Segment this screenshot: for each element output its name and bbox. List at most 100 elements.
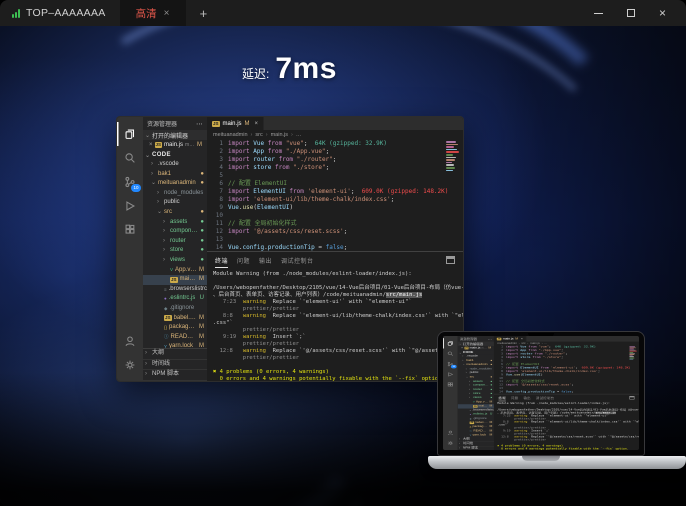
activitybar-source-control[interactable]: 10 [117, 170, 143, 194]
git-status-badge: M [199, 266, 204, 276]
connection-tab[interactable]: TOP–AAAAAAA [0, 0, 120, 26]
breadcrumb-segment[interactable]: main.js [271, 132, 288, 138]
line-number: 14 [494, 390, 506, 393]
code-token: ) [541, 373, 543, 376]
workspace-root-label: CODE [152, 152, 171, 158]
more-actions-icon[interactable]: ⋯ [196, 120, 203, 128]
minimize-button[interactable] [594, 13, 603, 14]
workspace-root-section[interactable]: ⌄ CODE [143, 150, 207, 160]
tree-item-router[interactable]: ›router● [143, 237, 207, 247]
tree-item-babel.config.js[interactable]: JSbabel.config.jsM [143, 314, 207, 324]
line-number: 10 [207, 212, 228, 220]
activitybar-account[interactable] [117, 329, 143, 353]
git-file-icon: ◆ [470, 417, 472, 420]
editor-tabbar: JS main.js M × [207, 117, 463, 130]
sidebar-section-label: 大纲 [463, 437, 470, 441]
file-tree[interactable]: ›.vscode›bak1●⌄meituanadmin●›node_module… [143, 160, 207, 348]
code-editor[interactable]: 1import Vue from "vue"; 64K (gzipped: 32… [207, 139, 463, 251]
breadcrumb-segment[interactable]: meituanadmin [213, 132, 248, 138]
line-number: 9 [207, 204, 228, 212]
panel-tab-问题[interactable]: 问题 [237, 253, 250, 267]
panel-tab-输出[interactable]: 输出 [259, 253, 272, 267]
chevron-right-icon: › [163, 246, 168, 256]
line-number: 8 [207, 196, 228, 204]
tree-item-label: src [164, 208, 172, 218]
code-token: import [506, 356, 520, 359]
tree-item-.gitignore[interactable]: ◆.gitignore [143, 304, 207, 314]
code-line: 11// 配置 全局初始化样式 [207, 220, 463, 228]
tab-close-icon[interactable]: × [255, 121, 259, 127]
minimap-mark [446, 170, 453, 172]
terminal-text: 0 errors and 4 warnings potentially fixa… [213, 376, 445, 381]
sidebar-section-时间线[interactable]: ›时间线 [143, 360, 207, 371]
code-token: ; [333, 156, 337, 164]
tree-item-src[interactable]: ⌄src● [143, 208, 207, 218]
panel-tabbar: 终端问题输出调试控制台 [207, 252, 463, 268]
code-token: ; [344, 244, 348, 251]
new-tab-button[interactable]: + [200, 6, 208, 21]
close-button[interactable]: × [659, 7, 666, 19]
vue-file-icon: V [170, 267, 173, 273]
panel-tab-终端[interactable]: 终端 [215, 253, 228, 268]
code-token: "./router" [297, 156, 333, 164]
tree-item-bak1[interactable]: ›bak1● [143, 170, 207, 180]
terminal-text: Replace `'element-ui'` with `"element-ui… [266, 299, 412, 305]
sidebar-title: 资源管理器 [147, 119, 177, 128]
quality-tab-close-icon[interactable]: × [164, 8, 170, 19]
panel-tab-终端: 终端 [499, 395, 506, 401]
editor-tab-mainjs[interactable]: JS main.js M × [207, 117, 264, 130]
terminal-panel: 终端问题输出调试控制台 Module Warning (from ./node_… [494, 394, 639, 450]
code-token: false [326, 244, 344, 251]
run-debug-icon [123, 199, 137, 213]
sidebar-section-大纲[interactable]: ›大纲 [143, 349, 207, 360]
terminal-text: warning [243, 334, 266, 340]
tree-item-meituanadmin[interactable]: ⌄meituanadmin● [143, 179, 207, 189]
restore-button[interactable] [627, 9, 635, 17]
sidebar-section-label: 时间线 [152, 360, 170, 370]
tree-item-README.md[interactable]: ⓘREADME.mdM [143, 333, 207, 343]
minimap[interactable] [446, 141, 461, 171]
tree-item-main.js[interactable]: JSmain.jsM [143, 275, 207, 285]
panel-maximize-icon[interactable] [446, 256, 455, 264]
activitybar-settings[interactable] [117, 353, 143, 377]
quality-tab[interactable]: 高清 × [120, 0, 186, 26]
minimap-mark [446, 164, 454, 166]
tree-item-label: assets [170, 218, 187, 228]
chevron-right-icon: › [157, 198, 162, 208]
tree-item-components[interactable]: ›components● [143, 227, 207, 237]
code-token: ; [326, 164, 330, 172]
terminal-line: Module Warning (from ./node_modules/esli… [213, 271, 457, 278]
sidebar-section-NPM 脚本[interactable]: ›NPM 脚本 [143, 370, 207, 381]
tree-item-.vscode[interactable]: ›.vscode [143, 160, 207, 170]
tree-item-.browserslistrc[interactable]: ≡.browserslistrc [143, 285, 207, 295]
terminal-output[interactable]: Module Warning (from ./node_modules/esli… [207, 268, 463, 381]
breadcrumb[interactable]: meituanadmin›src›main.js›… [207, 130, 463, 139]
tree-item-store[interactable]: ›store● [143, 246, 207, 256]
activitybar-explorer[interactable] [117, 122, 143, 146]
tree-item-label: node_modules [164, 189, 203, 199]
terminal-text: 0 errors and 4 warnings potentially fixa… [497, 448, 628, 450]
activitybar-extensions[interactable] [117, 218, 143, 242]
open-editors-section[interactable]: ⌄ 打开的编辑器 [143, 130, 207, 140]
account-icon [123, 334, 137, 348]
code-token: "./store" [543, 356, 561, 359]
lock-file-icon: Y [470, 434, 472, 437]
activitybar-run-debug[interactable] [117, 194, 143, 218]
tree-item-views[interactable]: ›views● [143, 256, 207, 266]
tree-item-node_modules[interactable]: ›node_modules [143, 189, 207, 199]
tree-item-App.vue[interactable]: VApp.vueM [143, 266, 207, 276]
minimap [629, 346, 637, 359]
tree-item-package.json[interactable]: {}package.jsonM [143, 323, 207, 333]
tree-item-assets[interactable]: ›assets● [143, 218, 207, 228]
terminal-line: 7:23 warning Replace `'element-ui'` with… [213, 299, 457, 306]
activitybar-search[interactable] [117, 146, 143, 170]
breadcrumb-segment[interactable]: src [255, 132, 262, 138]
breadcrumb-segment[interactable]: … [296, 132, 302, 138]
settings-icon [446, 440, 454, 446]
chevron-down-icon: ⌄ [462, 363, 465, 367]
panel-tab-调试控制台[interactable]: 调试控制台 [281, 253, 314, 267]
close-icon[interactable]: × [149, 142, 153, 148]
open-editor-item[interactable]: × JS main.js meituanadmin/src M [143, 140, 207, 150]
tree-item-.eslintrc.js[interactable]: ●.eslintrc.jsU [143, 294, 207, 304]
tree-item-public[interactable]: ›public [143, 198, 207, 208]
